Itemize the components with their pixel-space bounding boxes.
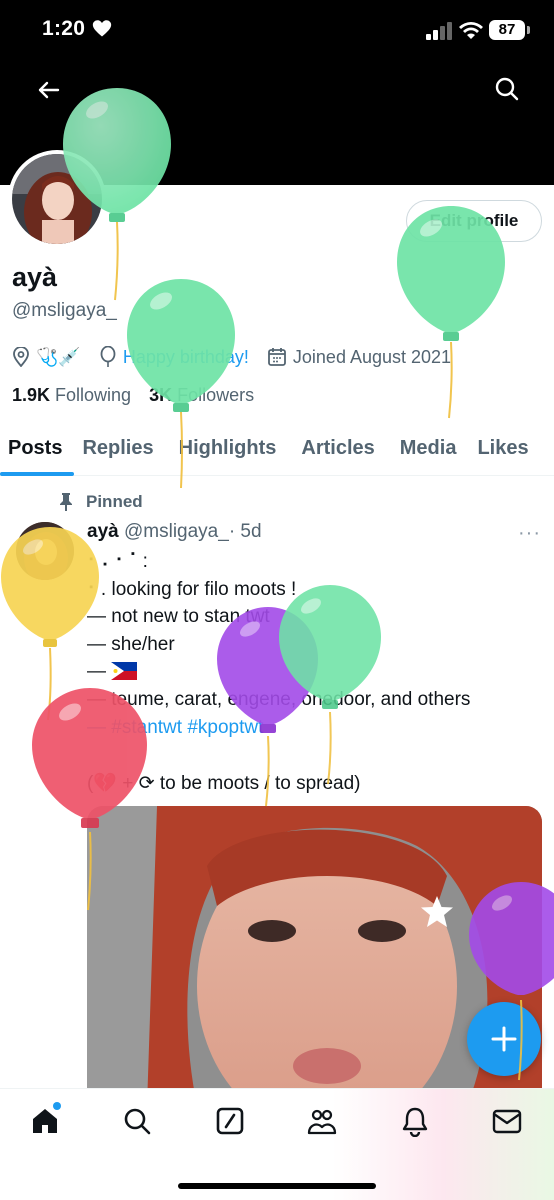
grok-icon[interactable] xyxy=(214,1105,246,1137)
location-item: 🩺💉 xyxy=(12,347,81,368)
followers-count: 3K xyxy=(149,385,173,405)
following-count: 1.9K xyxy=(12,385,51,405)
balloon-green-4 xyxy=(279,585,381,785)
pin-icon xyxy=(60,493,72,511)
post-line-5: — xyxy=(87,661,138,683)
following-link[interactable]: 1.9K Following xyxy=(12,385,131,406)
birthday-item: Happy birthday! xyxy=(99,346,249,368)
post-header: ayà @msligaya_· 5d xyxy=(87,521,262,543)
tab-highlights[interactable]: Highlights xyxy=(179,420,277,476)
post-handle[interactable]: @msligaya_ xyxy=(124,521,229,542)
tab-posts[interactable]: Posts xyxy=(0,420,74,476)
location-icon xyxy=(13,347,29,367)
tab-replies[interactable]: Replies xyxy=(82,420,153,476)
profile-tabs: Posts Replies Highlights Articles Media … xyxy=(0,420,554,476)
edit-profile-button[interactable]: Edit profile xyxy=(406,200,542,242)
tab-articles-label: Articles xyxy=(301,436,375,459)
tab-media[interactable]: Media xyxy=(400,420,457,476)
tab-likes-label: Likes xyxy=(477,436,529,459)
post-line-5-text: — xyxy=(87,661,112,682)
birthday-text: Happy birthday! xyxy=(122,346,249,367)
display-name: ayà xyxy=(12,262,58,292)
tab-likes[interactable]: Likes xyxy=(477,420,528,476)
profile-meta: 🩺💉 Happy birthday! Joined August 2021 xyxy=(12,344,469,370)
avatar-image xyxy=(12,154,102,244)
tab-posts-label: Posts xyxy=(8,436,63,459)
battery-cap xyxy=(527,26,530,34)
tab-active-indicator xyxy=(0,471,74,476)
follow-stats: 1.9K Following 3K Followers xyxy=(12,385,272,406)
star-icon xyxy=(421,896,453,927)
wifi-icon xyxy=(459,22,483,39)
tab-media-label: Media xyxy=(399,436,457,459)
post-line-1: ⠂⠄⠂⠁: xyxy=(87,551,148,572)
communities-icon[interactable] xyxy=(306,1105,338,1137)
post-time: · 5d xyxy=(228,521,262,542)
pinned-text: Pinned xyxy=(86,492,143,511)
post-hashtags[interactable]: — #stantwt #kpoptwt xyxy=(87,717,263,739)
post-avatar-image xyxy=(16,522,74,580)
search-icon[interactable] xyxy=(492,74,522,104)
post-line-6: — teume, carat, engene, onedoor, and oth… xyxy=(87,689,471,710)
plus-icon xyxy=(491,1026,517,1052)
joined-item: Joined August 2021 xyxy=(267,347,451,368)
pinned-label: Pinned xyxy=(58,492,143,512)
post-line-8: (💔 + ⟳ to be moots / to spread) xyxy=(87,773,361,794)
post-line-3: — not new to stan twt xyxy=(87,606,270,627)
compose-post-button[interactable] xyxy=(467,1002,541,1076)
post-author[interactable]: ayà xyxy=(87,521,119,542)
status-bar: 1:20 87 xyxy=(0,0,554,62)
tab-replies-label: Replies xyxy=(82,436,154,459)
back-arrow-icon[interactable] xyxy=(34,76,62,104)
following-label: Following xyxy=(55,385,132,405)
avatar[interactable] xyxy=(8,150,106,248)
signal-icon xyxy=(426,22,452,40)
battery-indicator: 87 xyxy=(489,20,525,40)
tab-highlights-label: Highlights xyxy=(178,436,277,459)
post-line-4: — she/her xyxy=(87,634,175,655)
profile-handle: @msligaya_ xyxy=(12,300,117,321)
balloon-icon xyxy=(100,346,116,367)
philippines-flag-icon xyxy=(111,662,138,680)
tab-articles[interactable]: Articles xyxy=(301,420,374,476)
joined-text: Joined August 2021 xyxy=(292,346,452,367)
explore-icon[interactable] xyxy=(121,1105,153,1137)
calendar-icon xyxy=(268,348,286,366)
post-line-2: ⠂. looking for filo moots ! xyxy=(87,579,297,600)
messages-icon[interactable] xyxy=(491,1105,523,1137)
home-indicator xyxy=(178,1183,376,1189)
location-text: 🩺💉 xyxy=(36,346,81,367)
notifications-icon[interactable] xyxy=(399,1105,431,1137)
more-options-button[interactable]: ··· xyxy=(518,522,541,545)
status-time: 1:20 xyxy=(42,17,86,40)
followers-label: Followers xyxy=(177,385,255,405)
post-avatar[interactable] xyxy=(16,522,74,580)
heart-icon xyxy=(92,20,112,37)
home-notification-dot xyxy=(53,1102,61,1110)
followers-link[interactable]: 3K Followers xyxy=(149,385,254,406)
